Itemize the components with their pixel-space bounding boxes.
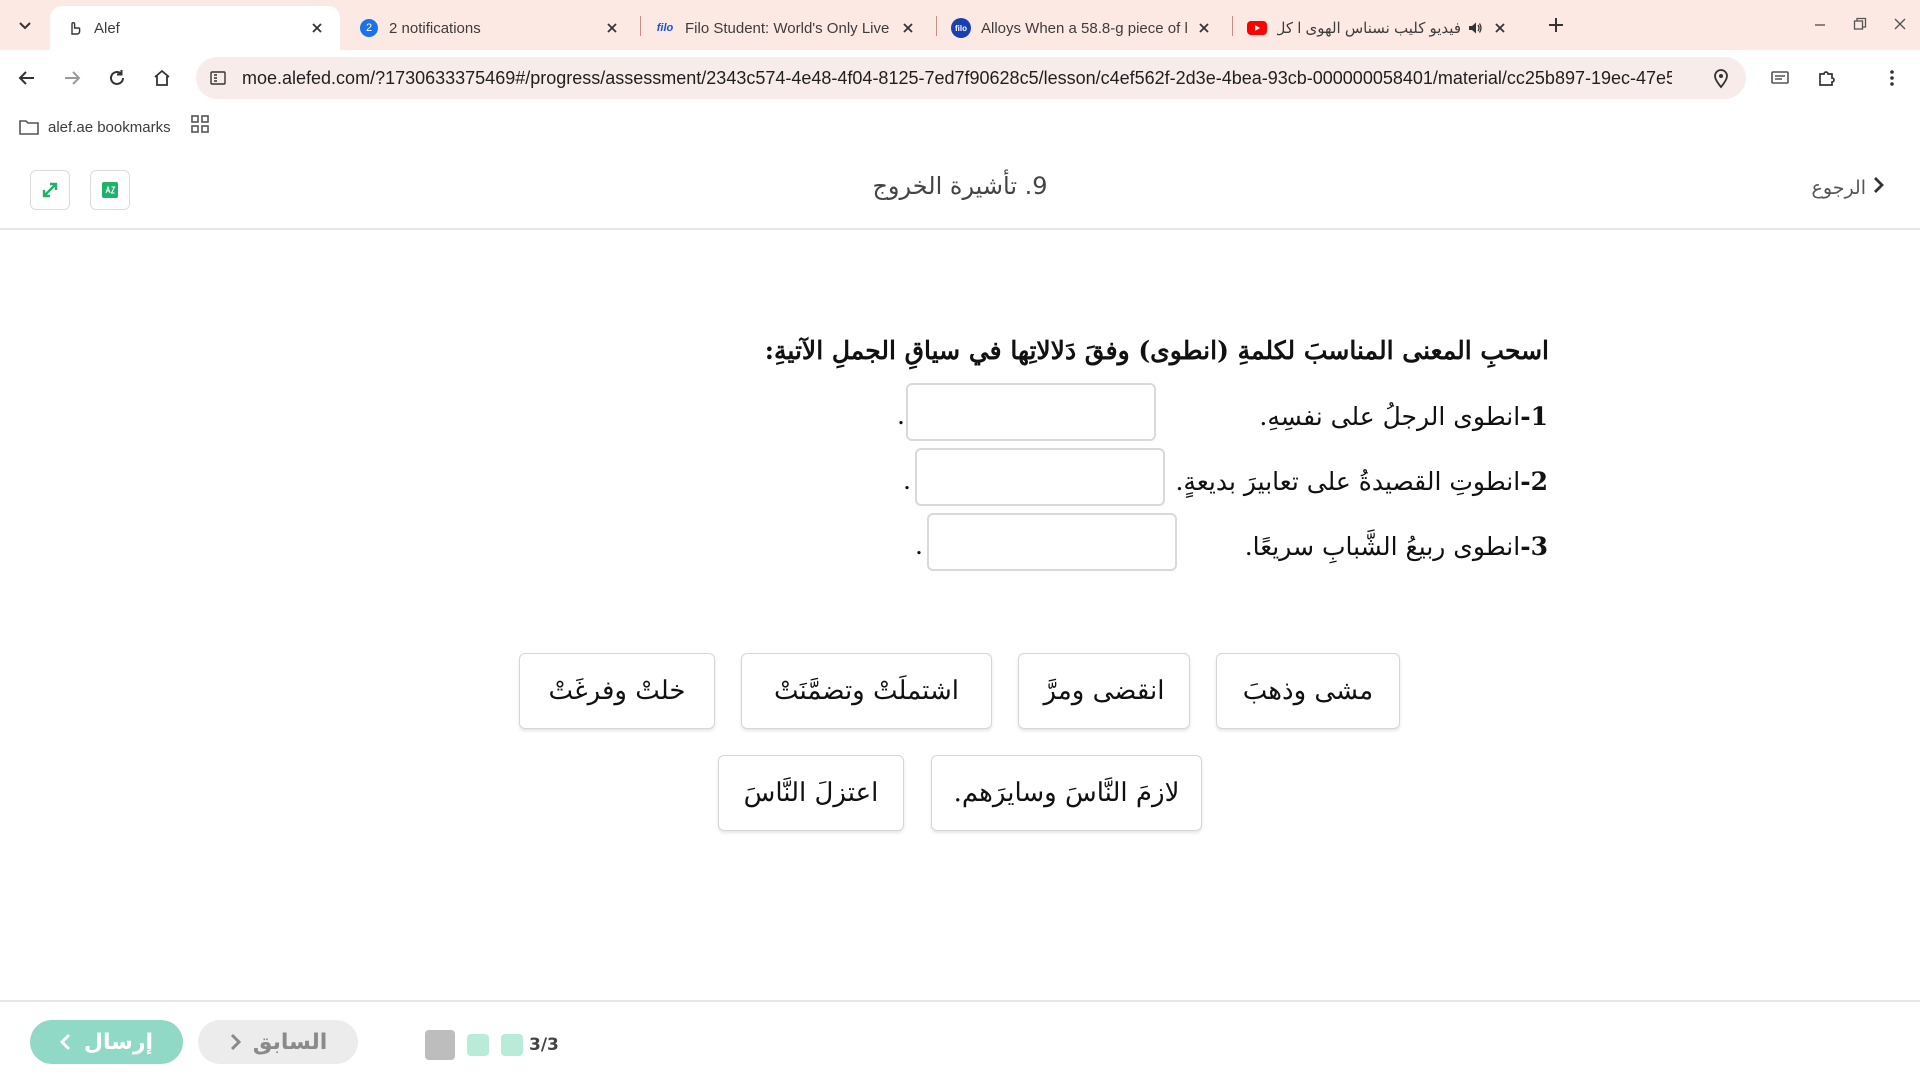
tab-title: Alloys When a 58.8-g piece of h [981, 19, 1187, 37]
back-button[interactable] [12, 63, 42, 93]
tab-youtube-video[interactable]: فيديو كليب نسناس الهوى ا كل [1233, 6, 1523, 50]
reload-button[interactable] [102, 63, 132, 93]
sentence-number: 1- [1520, 402, 1548, 431]
sentence-text: انطوى الرجلُ على نفسِهِ. [1259, 402, 1521, 431]
tab-filo-student[interactable]: filo Filo Student: World's Only Live I [641, 6, 931, 50]
arrow-right-icon [65, 71, 81, 85]
restore-button[interactable] [1845, 10, 1875, 38]
question-prompt: اسحبِ المعنى المناسبَ لكلمةِ (انطوى) وفق… [764, 336, 1549, 365]
answer-chip[interactable]: انقضى ومرَّ [1018, 653, 1190, 729]
progress-step-current[interactable] [425, 1030, 455, 1060]
answer-chip[interactable]: خلتْ وفرغَتْ [519, 653, 715, 729]
back-link[interactable]: الرجوع [1812, 176, 1884, 199]
restore-icon [1853, 17, 1867, 30]
close-tab-icon[interactable] [899, 19, 917, 37]
minimize-button[interactable] [1805, 10, 1835, 38]
answer-chip[interactable]: اشتملَتْ وتضمَّنَتْ [741, 653, 992, 729]
close-tab-icon[interactable] [308, 19, 326, 37]
bookmark-label: alef.ae bookmarks [48, 118, 171, 136]
bookmark-folder-alef[interactable]: alef.ae bookmarks [18, 116, 171, 138]
forward-button[interactable] [57, 63, 87, 93]
address-bar[interactable]: moe.alefed.com/?1730633375469#/progress/… [196, 57, 1746, 99]
tab-search-button[interactable] [10, 10, 40, 40]
extensions-button[interactable] [1812, 63, 1842, 93]
youtube-icon [1247, 18, 1267, 38]
question-progress: 3/3 [425, 1030, 559, 1060]
sentence-1: 1-انطوى الرجلُ على نفسِهِ. [1259, 402, 1548, 431]
location-pin-icon[interactable] [1710, 67, 1732, 89]
home-icon [154, 69, 170, 86]
apps-grid-icon[interactable] [190, 114, 212, 136]
arrow-left-icon [18, 71, 34, 85]
close-tab-icon[interactable] [1195, 19, 1213, 37]
folder-icon [18, 116, 40, 138]
cast-icon [1771, 71, 1789, 84]
sentence-3: 3-انطوى ربيعُ الشَّبابِ سريعًا. [1245, 532, 1548, 561]
filo-logo-icon: filo [656, 22, 674, 34]
tab-notifications[interactable]: 2 2 notifications [345, 6, 635, 50]
close-tab-icon[interactable] [603, 19, 621, 37]
previous-button[interactable]: السابق [198, 1020, 358, 1064]
tab-title: Filo Student: World's Only Live I [685, 19, 891, 37]
sentence-end-dot: . [903, 466, 911, 495]
hand-pointer-icon [64, 18, 84, 38]
lesson-header: 9. تأشيرة الخروج الرجوع [0, 150, 1920, 230]
sentence-text: انطوتِ القصيدةُ على تعابيرَ بديعةٍ. [1175, 467, 1521, 496]
sentence-end-dot: . [897, 401, 905, 430]
page-title: 9. تأشيرة الخروج [872, 172, 1048, 200]
sentence-2: 2-انطوتِ القصيدةُ على تعابيرَ بديعةٍ. [1175, 467, 1548, 496]
dictionary-icon [102, 182, 118, 198]
notification-badge-icon: 2 [359, 18, 379, 38]
answer-chip[interactable]: لازمَ النَّاسَ وسايرَهم. [931, 755, 1202, 831]
cast-button[interactable] [1765, 63, 1795, 93]
drop-zone-3[interactable] [927, 513, 1177, 571]
dictionary-button[interactable] [90, 170, 130, 210]
minimize-icon [1815, 24, 1825, 26]
drop-zone-2[interactable] [915, 448, 1165, 506]
tab-alef[interactable]: Alef [50, 6, 340, 50]
browser-toolbar: moe.alefed.com/?1730633375469#/progress/… [0, 50, 1920, 106]
sentence-number: 3- [1520, 532, 1548, 561]
bookmarks-bar: alef.ae bookmarks [0, 106, 1920, 150]
lesson-footer: إرسال السابق 3/3 [0, 1000, 1920, 1080]
url-text[interactable]: moe.alefed.com/?1730633375469#/progress/… [242, 68, 1672, 89]
site-info-icon[interactable] [208, 68, 228, 88]
close-window-button[interactable] [1885, 10, 1915, 38]
submit-button[interactable]: إرسال [30, 1020, 183, 1064]
drop-zone-1[interactable] [906, 383, 1156, 441]
previous-label: السابق [252, 1029, 328, 1055]
answer-chip[interactable]: اعتزلَ النَّاسَ [718, 755, 904, 831]
tab-title: Alef [94, 19, 120, 37]
chevron-left-icon [59, 1033, 72, 1051]
sentence-number: 2- [1520, 467, 1548, 496]
chevron-down-icon [19, 22, 31, 30]
answer-chip[interactable]: مشى وذهبَ [1216, 653, 1400, 729]
home-button[interactable] [147, 63, 177, 93]
speaker-icon[interactable] [1467, 20, 1483, 36]
reload-icon [110, 70, 124, 85]
plus-icon [1549, 18, 1563, 32]
chevron-right-icon [229, 1033, 241, 1051]
puzzle-icon [1819, 71, 1835, 86]
close-tab-icon[interactable] [1491, 19, 1509, 37]
browser-menu-button[interactable] [1877, 63, 1907, 93]
tab-alloys[interactable]: filo Alloys When a 58.8-g piece of h [937, 6, 1227, 50]
new-tab-button[interactable] [1543, 12, 1569, 38]
filo-logo-icon: filo [951, 18, 971, 38]
progress-step[interactable] [467, 1034, 489, 1056]
close-icon [1894, 18, 1906, 30]
tab-title: 2 notifications [389, 19, 481, 37]
submit-label: إرسال [83, 1029, 154, 1055]
sentence-text: انطوى ربيعُ الشَّبابِ سريعًا. [1244, 532, 1521, 561]
kebab-menu-icon [1890, 70, 1894, 86]
expand-icon [42, 182, 58, 198]
fullscreen-button[interactable] [30, 170, 70, 210]
progress-count: 3/3 [529, 1035, 559, 1055]
sentence-end-dot: . [915, 531, 923, 560]
tab-title: فيديو كليب نسناس الهوى ا كل [1277, 20, 1461, 37]
browser-tabstrip: Alef 2 2 notifications filo Filo Student… [0, 0, 1920, 50]
back-label: الرجوع [1811, 176, 1866, 199]
chevron-right-icon [1872, 176, 1884, 199]
progress-step[interactable] [501, 1034, 523, 1056]
